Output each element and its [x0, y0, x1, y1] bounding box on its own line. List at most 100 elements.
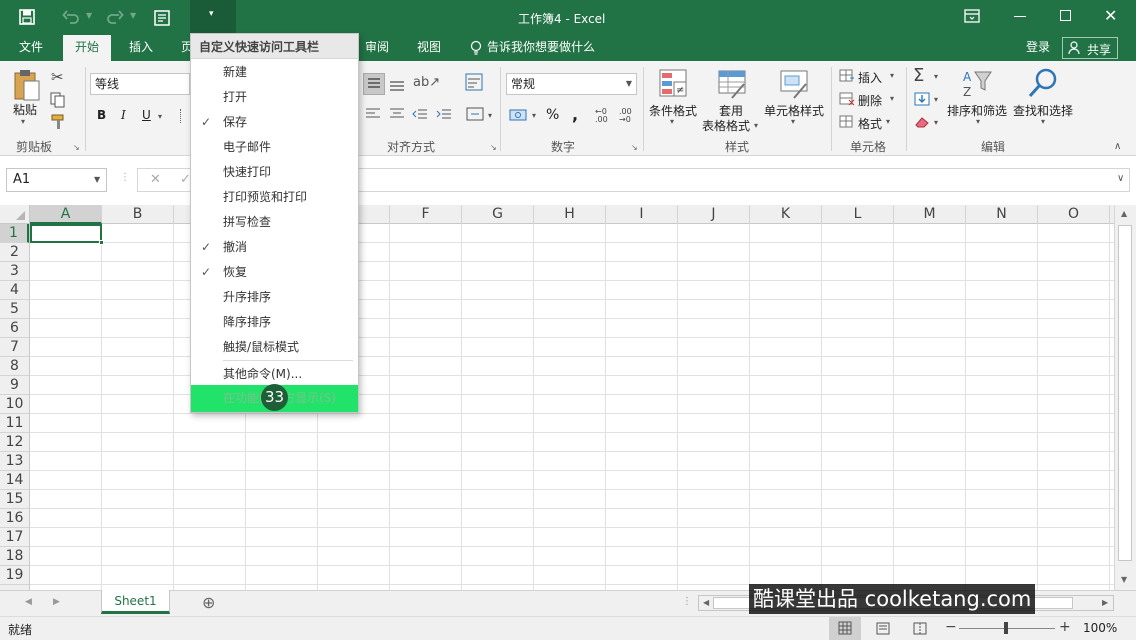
row-header-19[interactable]: 19: [0, 566, 29, 585]
autosum-icon[interactable]: Σ: [913, 65, 924, 86]
cell-styles-dropdown-icon[interactable]: ▾: [791, 117, 795, 126]
insert-cells-button[interactable]: 插入: [858, 69, 882, 86]
collapse-ribbon-icon[interactable]: ∧: [1114, 141, 1121, 152]
column-header-b[interactable]: B: [102, 205, 174, 224]
cut-icon[interactable]: ✂: [51, 68, 64, 86]
format-as-table-dropdown-icon[interactable]: ▾: [754, 121, 758, 130]
qat-menu-item[interactable]: ✓ 保存: [191, 110, 358, 135]
italic-button[interactable]: I: [121, 108, 126, 122]
percent-button[interactable]: %: [546, 107, 559, 123]
qat-menu-item[interactable]: 打印预览和打印: [191, 185, 358, 210]
zoom-out-button[interactable]: −: [945, 619, 957, 635]
clipboard-launcher-icon[interactable]: ↘: [73, 143, 80, 152]
column-header-k[interactable]: K: [750, 205, 822, 224]
zoom-slider[interactable]: [959, 622, 1055, 634]
insert-cells-dropdown-icon[interactable]: ▾: [890, 71, 894, 80]
page-layout-view-icon[interactable]: [876, 622, 890, 635]
row-header-1[interactable]: 1: [0, 224, 29, 243]
border-icon[interactable]: [180, 109, 190, 123]
redo-icon[interactable]: [106, 8, 124, 26]
conditional-format-dropdown-icon[interactable]: ▾: [670, 117, 674, 126]
delete-cells-button[interactable]: 删除: [858, 92, 882, 109]
tab-review[interactable]: 审阅: [365, 35, 389, 61]
row-header-18[interactable]: 18: [0, 547, 29, 566]
row-header-10[interactable]: 10: [0, 395, 29, 414]
decrease-indent-icon[interactable]: [412, 107, 428, 121]
row-header-7[interactable]: 7: [0, 338, 29, 357]
wrap-text-icon[interactable]: [465, 73, 483, 91]
comma-button[interactable]: ,: [572, 105, 578, 124]
column-header-j[interactable]: J: [678, 205, 750, 224]
align-left-icon[interactable]: [365, 107, 381, 121]
qat-menu-item[interactable]: 触摸/鼠标模式: [191, 335, 358, 360]
tab-split-grip-icon[interactable]: ⋮: [682, 596, 692, 607]
increase-decimal-icon[interactable]: ←0.00: [595, 108, 608, 124]
tell-me-search[interactable]: 告诉我你想要做什么: [487, 35, 595, 61]
bold-button[interactable]: B: [97, 108, 106, 122]
share-button[interactable]: 共享: [1062, 37, 1118, 59]
column-header-f[interactable]: F: [390, 205, 462, 224]
row-header-15[interactable]: 15: [0, 490, 29, 509]
fill-dropdown-icon[interactable]: ▾: [934, 95, 938, 104]
column-header-a[interactable]: A: [30, 205, 102, 224]
qat-menu-item[interactable]: 升序排序: [191, 285, 358, 310]
paste-dropdown-icon[interactable]: ▾: [21, 117, 25, 126]
paste-icon[interactable]: [12, 68, 42, 102]
minimize-icon[interactable]: [1014, 16, 1026, 17]
format-cells-icon[interactable]: [839, 115, 855, 129]
column-header-n[interactable]: N: [966, 205, 1038, 224]
prev-sheet-icon[interactable]: ◀: [25, 597, 32, 607]
tab-insert[interactable]: 插入: [129, 35, 153, 61]
name-box[interactable]: A1 ▼: [6, 168, 107, 192]
font-name-select[interactable]: 等线: [90, 73, 190, 95]
decrease-decimal-icon[interactable]: .00 →0: [619, 108, 632, 124]
redo-dropdown-icon[interactable]: ▼: [130, 11, 136, 20]
next-sheet-icon[interactable]: ▶: [53, 597, 60, 607]
row-header-14[interactable]: 14: [0, 471, 29, 490]
merge-center-icon[interactable]: [466, 107, 484, 121]
clear-dropdown-icon[interactable]: ▾: [934, 118, 938, 127]
zoom-level[interactable]: 100%: [1083, 621, 1117, 635]
ribbon-display-options-icon[interactable]: [964, 9, 980, 23]
underline-button[interactable]: U: [142, 108, 151, 122]
qat-menu-item[interactable]: 新建: [191, 60, 358, 85]
qat-menu-item[interactable]: 拼写检查: [191, 210, 358, 235]
cancel-entry-button[interactable]: ✕: [150, 172, 161, 187]
undo-icon[interactable]: [62, 8, 80, 26]
row-header-5[interactable]: 5: [0, 300, 29, 319]
align-top-icon[interactable]: [363, 73, 385, 95]
row-header-2[interactable]: 2: [0, 243, 29, 262]
column-header-g[interactable]: G: [462, 205, 534, 224]
format-as-table-line2[interactable]: 表格格式: [702, 117, 750, 134]
add-sheet-button[interactable]: ⊕: [202, 593, 215, 612]
qat-menu-item[interactable]: 降序排序: [191, 310, 358, 335]
underline-dropdown-icon[interactable]: ▾: [158, 112, 162, 121]
orientation-icon[interactable]: ab↗: [413, 75, 440, 90]
close-icon[interactable]: ✕: [1104, 6, 1117, 25]
row-header-13[interactable]: 13: [0, 452, 29, 471]
find-select-dropdown-icon[interactable]: ▾: [1041, 117, 1045, 126]
row-header-8[interactable]: 8: [0, 357, 29, 376]
increase-indent-icon[interactable]: [436, 107, 452, 121]
scroll-right-icon[interactable]: ▶: [1102, 598, 1108, 607]
align-center-icon[interactable]: [389, 107, 405, 121]
zoom-slider-thumb[interactable]: [1004, 622, 1008, 634]
maximize-icon[interactable]: [1060, 10, 1071, 21]
paste-button[interactable]: 粘贴: [13, 101, 37, 118]
column-header-h[interactable]: H: [534, 205, 606, 224]
page-break-view-icon[interactable]: [913, 622, 927, 635]
row-header-9[interactable]: 9: [0, 376, 29, 395]
scroll-down-icon[interactable]: ▼: [1121, 575, 1127, 584]
sort-filter-dropdown-icon[interactable]: ▾: [976, 117, 980, 126]
row-header-3[interactable]: 3: [0, 262, 29, 281]
normal-view-icon[interactable]: [829, 617, 861, 640]
qat-menu-item[interactable]: 快速打印: [191, 160, 358, 185]
qat-menu-item[interactable]: 打开: [191, 85, 358, 110]
sheet-tab-sheet1[interactable]: Sheet1: [101, 590, 170, 614]
currency-icon[interactable]: [509, 108, 529, 122]
name-box-dropdown-icon[interactable]: ▼: [94, 175, 100, 184]
cell-styles-icon[interactable]: [780, 70, 810, 100]
sort-filter-icon[interactable]: AZ: [961, 68, 993, 100]
customize-qat-button[interactable]: ▾: [190, 0, 236, 33]
row-header-4[interactable]: 4: [0, 281, 29, 300]
